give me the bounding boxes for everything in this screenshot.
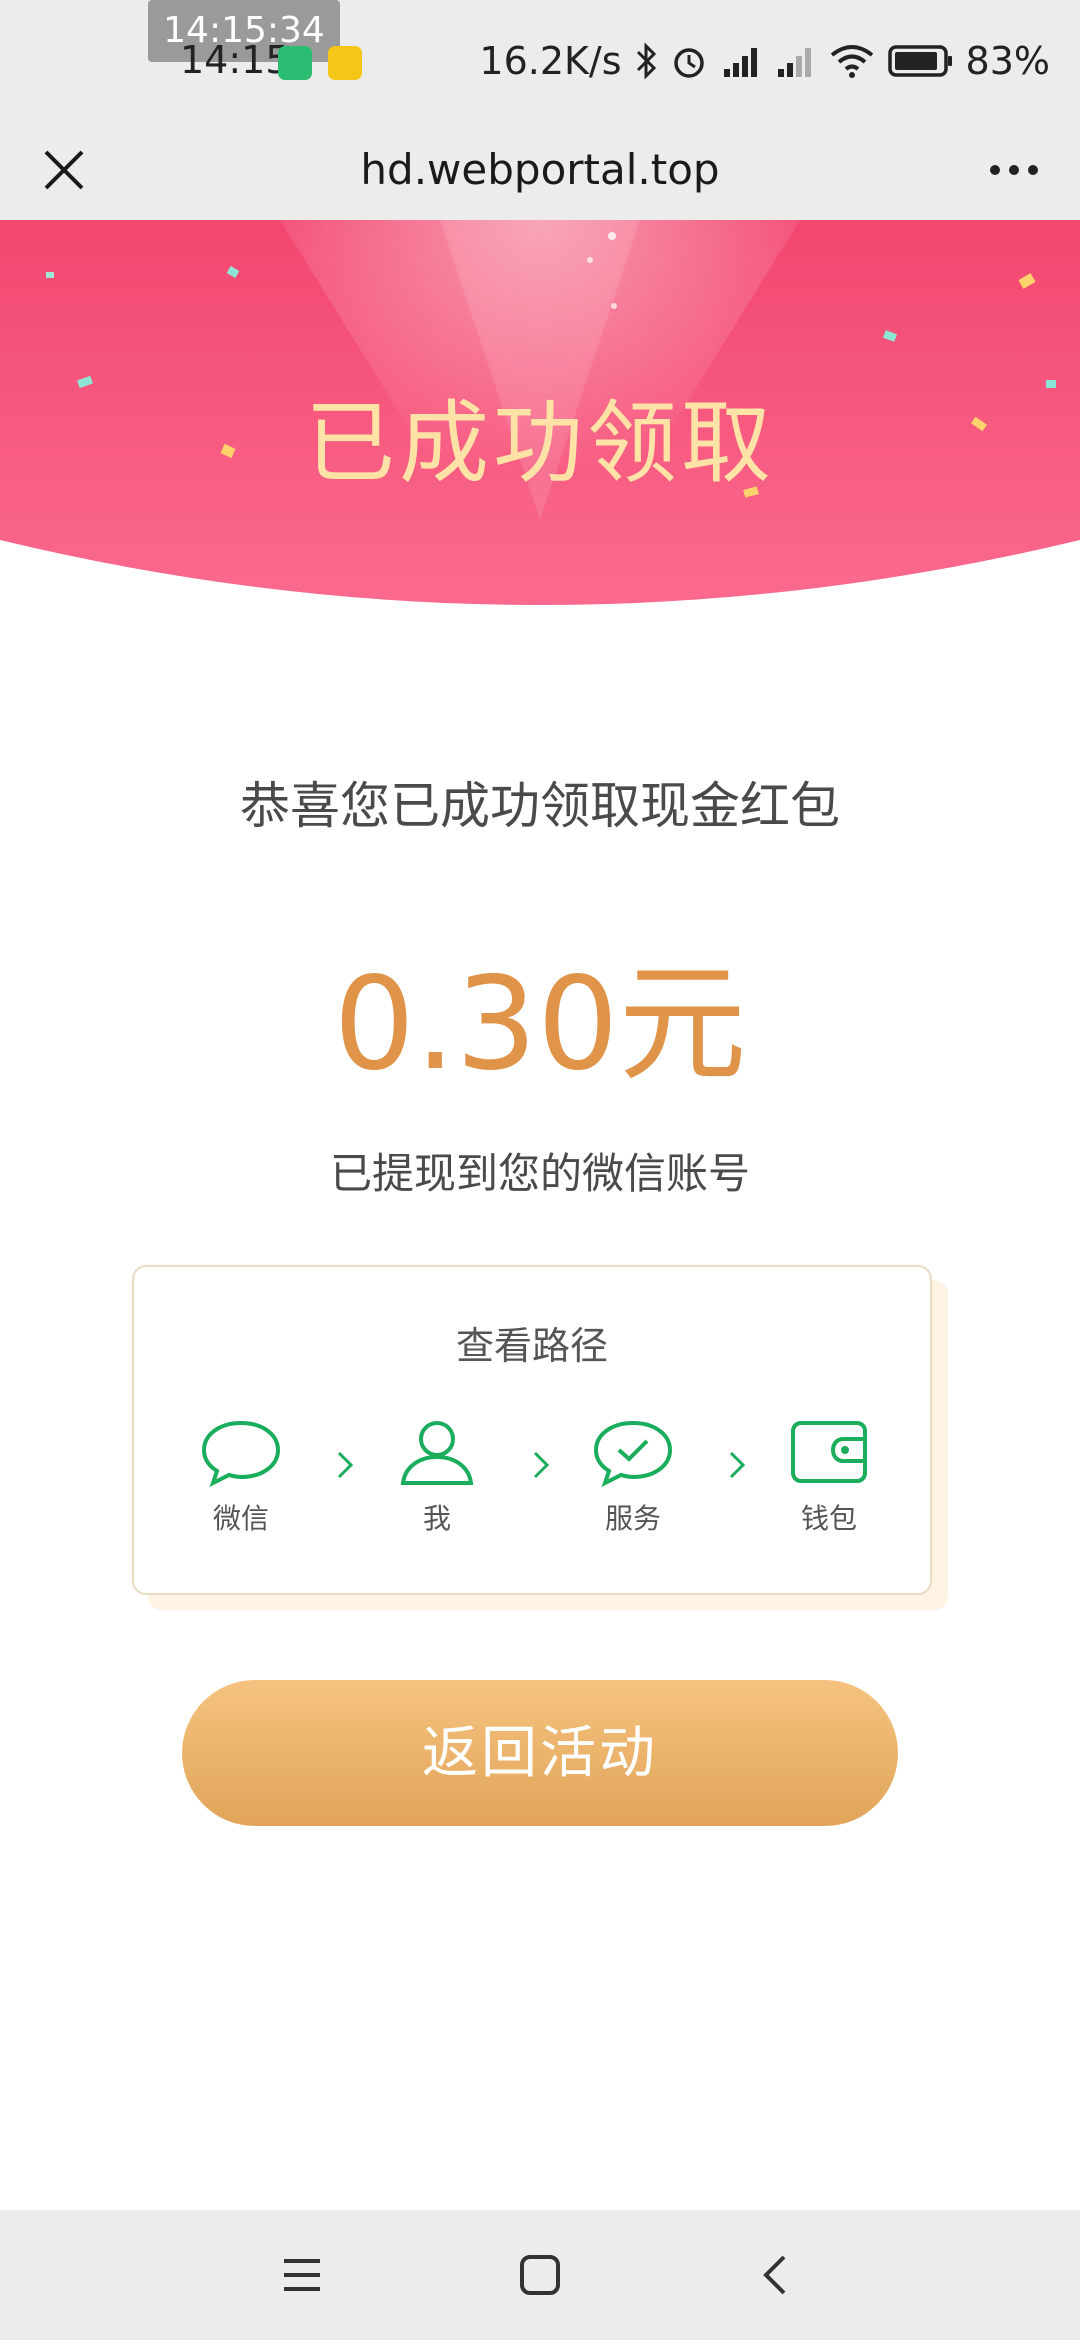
chat-bubble-icon xyxy=(201,1420,281,1487)
back-chevron-icon xyxy=(763,2255,786,2295)
chevron-right-icon xyxy=(729,1451,746,1479)
signal-hd-icon xyxy=(723,48,757,77)
step-label-services: 服务 xyxy=(604,1502,661,1535)
path-step-wallet: 钱包 xyxy=(764,1417,894,1537)
wifi-icon xyxy=(830,45,873,78)
more-dot xyxy=(1028,165,1038,175)
check-bubble-icon xyxy=(593,1420,673,1487)
shield-notification-icon xyxy=(278,46,312,80)
step-label-wallet: 钱包 xyxy=(800,1502,857,1535)
back-nav-button[interactable] xyxy=(746,2245,806,2305)
chevron-right-icon xyxy=(337,1451,354,1479)
return-to-activity-button[interactable]: 返回活动 xyxy=(182,1680,898,1826)
hero-title: 已成功领取 xyxy=(305,391,775,496)
close-icon xyxy=(44,150,84,190)
network-speed: 16.2K/s xyxy=(479,39,622,83)
congrats-message: 恭喜您已成功领取现金红包 xyxy=(240,777,840,835)
more-dots-icon xyxy=(990,165,1000,175)
system-nav-bar xyxy=(0,2210,1080,2340)
view-path-card: 查看路径 微信 我 服务 钱包 xyxy=(132,1265,932,1595)
status-time: 14:15 xyxy=(180,38,290,82)
step-label-wechat: 微信 xyxy=(212,1502,269,1535)
browser-top-bar: hd.webportal.top xyxy=(0,120,1080,220)
close-button[interactable] xyxy=(28,134,100,206)
path-step-wechat: 微信 xyxy=(176,1417,306,1537)
signal-hd-icon-2 xyxy=(777,48,811,77)
page-url-title: hd.webportal.top xyxy=(360,145,720,194)
cash-amount: 0.30元 xyxy=(333,950,747,1099)
status-indicators: 16.2K/s 83% xyxy=(479,36,1050,86)
card-title: 查看路径 xyxy=(455,1324,608,1368)
more-options-button[interactable] xyxy=(972,134,1056,206)
path-step-services: 服务 xyxy=(568,1417,698,1537)
path-step-me: 我 xyxy=(372,1417,502,1537)
battery-level: 83% xyxy=(965,39,1050,83)
step-label-me: 我 xyxy=(422,1502,451,1535)
withdrawn-note: 已提现到您的微信账号 xyxy=(329,1149,750,1198)
wallet-icon xyxy=(791,1421,867,1483)
menu-icon xyxy=(284,2259,320,2291)
battery-icon xyxy=(887,45,952,77)
more-dot xyxy=(1009,165,1019,175)
alarm-icon xyxy=(673,48,704,78)
success-hero-banner: 已成功领取 xyxy=(0,220,1080,640)
bluetooth-icon xyxy=(636,43,656,79)
home-square-icon xyxy=(520,2255,560,2295)
status-bar: 14:15:34 14:15 16.2K/s 83% xyxy=(0,0,1080,120)
home-nav-button[interactable] xyxy=(510,2245,570,2305)
menu-nav-button[interactable] xyxy=(272,2245,332,2305)
chevron-right-icon xyxy=(533,1451,550,1479)
user-icon xyxy=(400,1421,474,1485)
copy-notification-icon xyxy=(328,46,362,80)
